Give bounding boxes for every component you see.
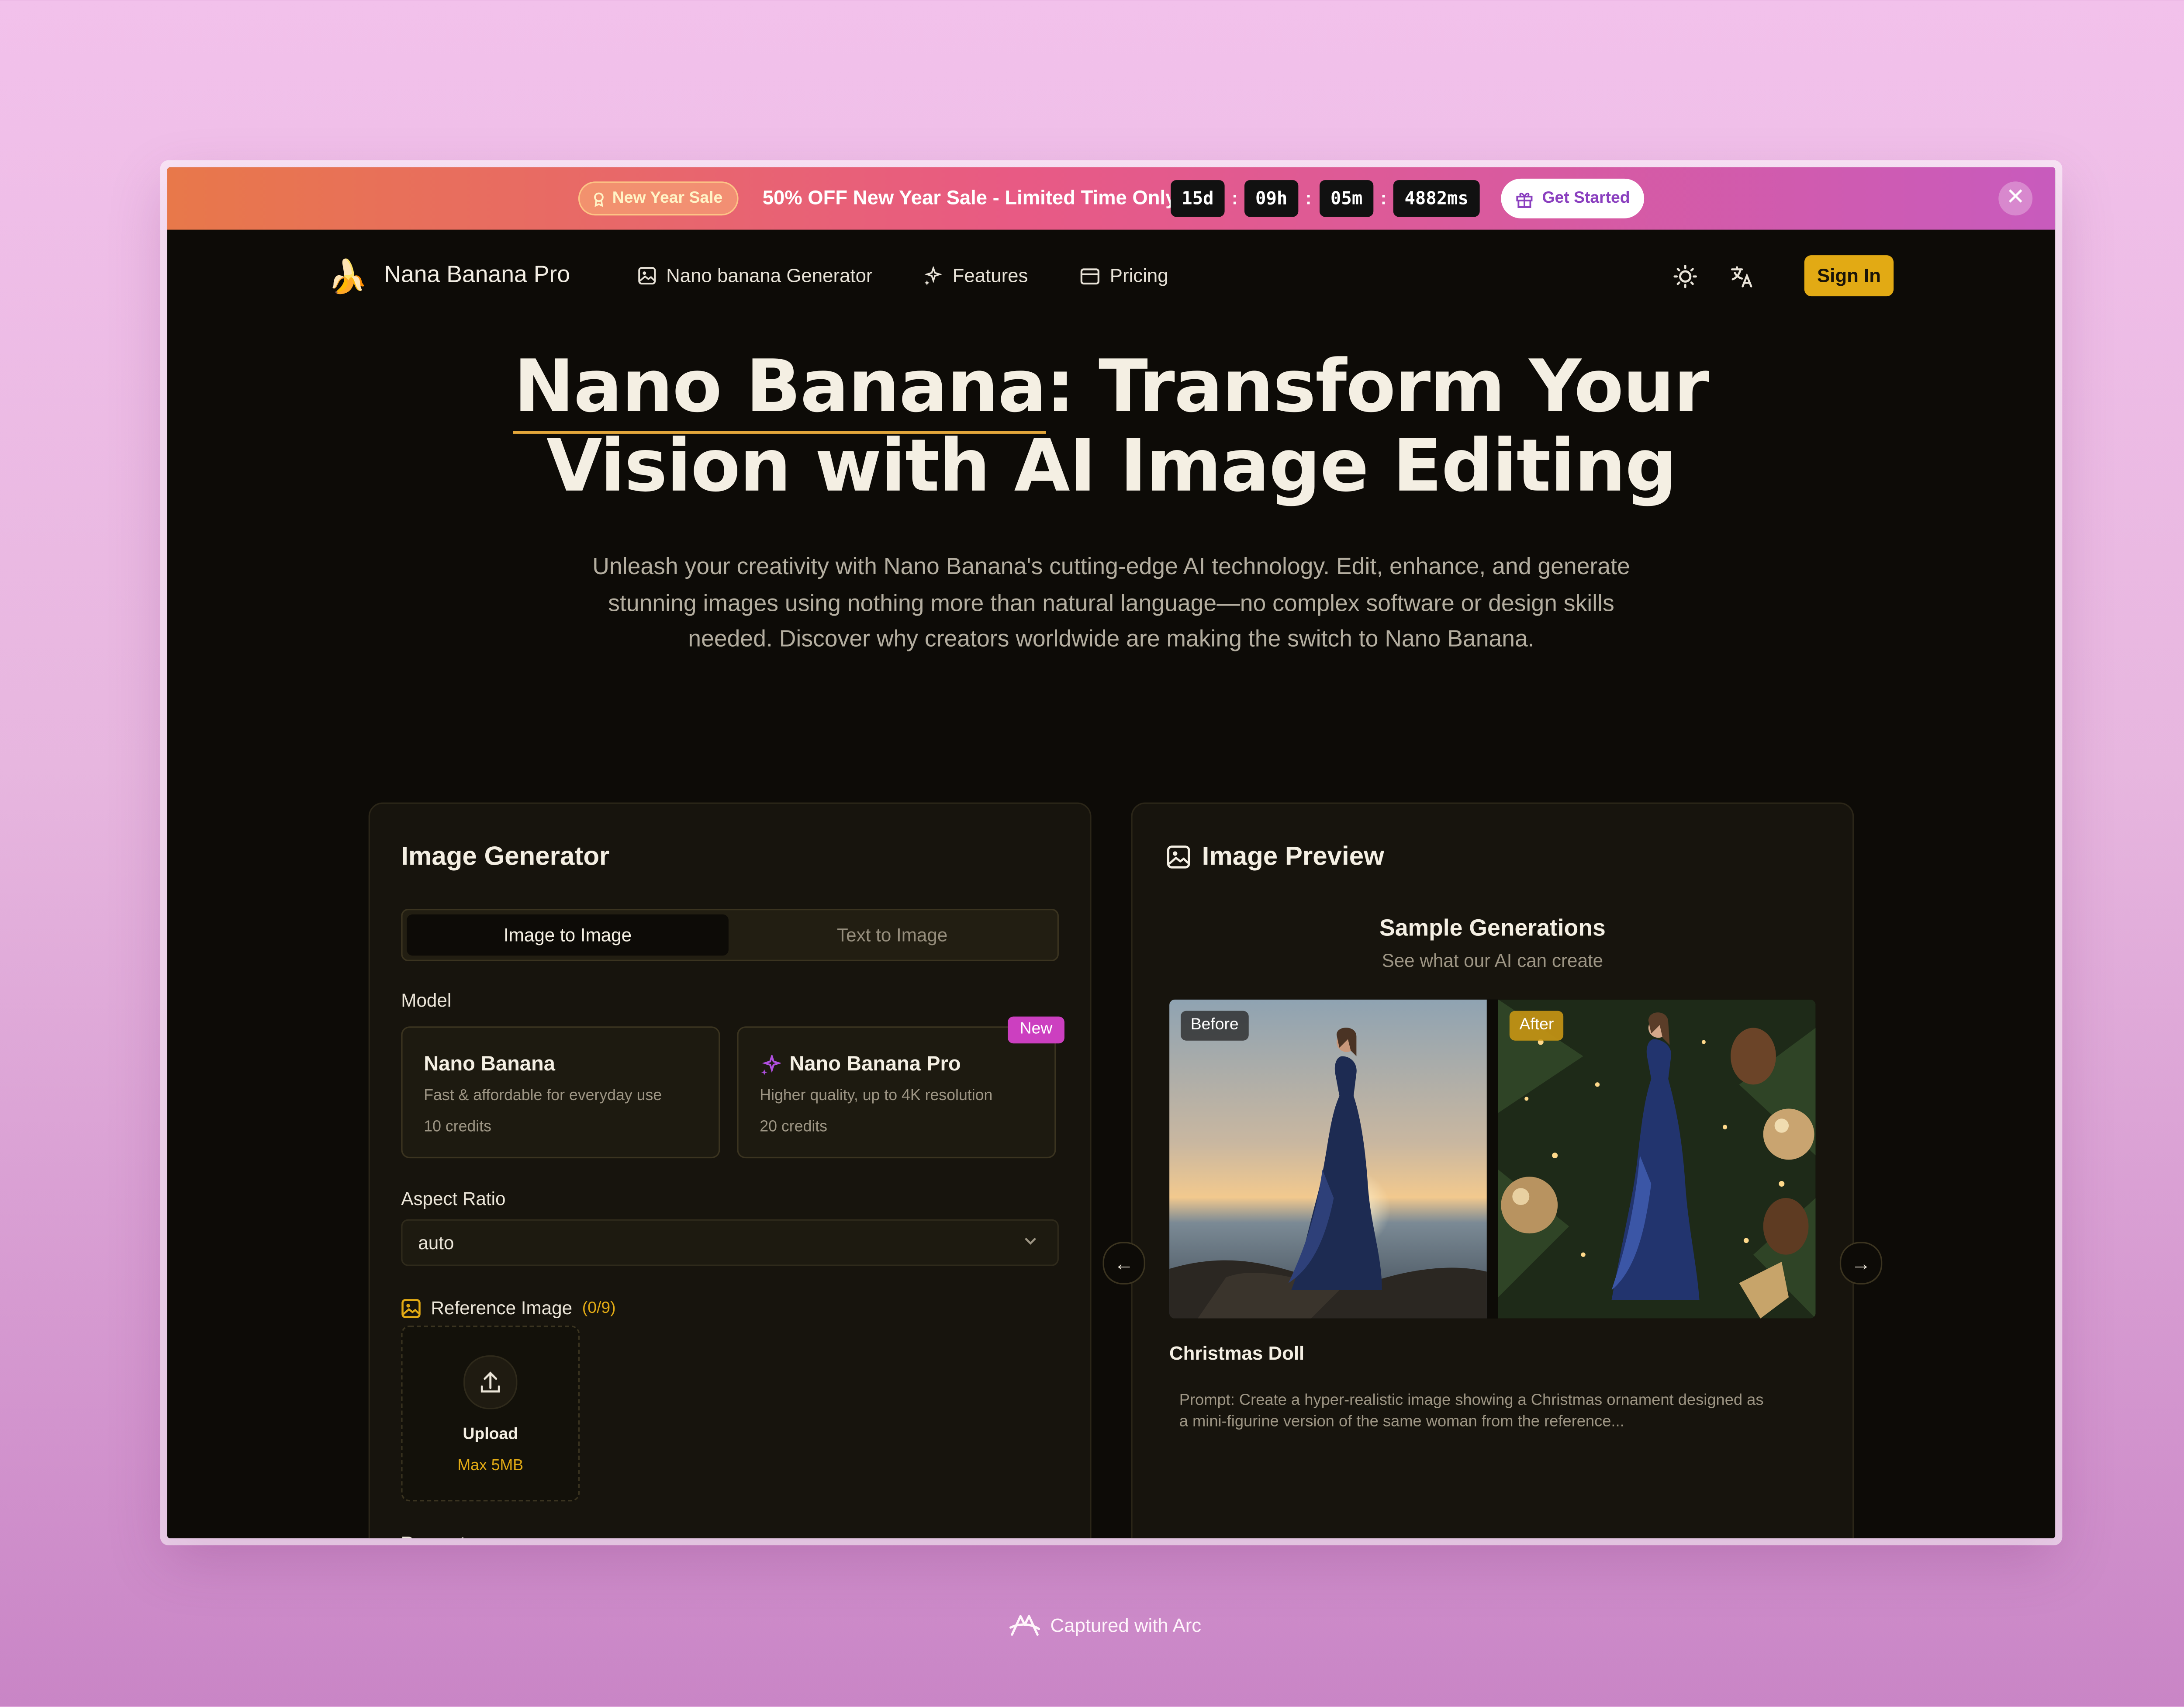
image-icon [638,267,656,285]
hero-title-highlight: Nano Banana [514,346,1047,434]
tab-image-to-image[interactable]: Image to Image [407,914,729,956]
browser-window: New Year Sale 50% OFF New Year Sale - Li… [167,167,2056,1538]
model-credits: 10 credits [424,1118,492,1136]
reference-image-row: Reference Image (0/9) [401,1297,616,1319]
close-icon: ✕ [2006,186,2025,210]
before-tag: Before [1181,1011,1249,1041]
nav-link-pricing[interactable]: Pricing [1080,265,1168,286]
sparkles-icon [924,266,943,285]
upload-label: Upload [463,1426,518,1444]
top-nav: 🍌 Nana Banana Pro Nano banana Generator … [167,230,2055,323]
tab-text-to-image[interactable]: Text to Image [731,914,1053,956]
model-name: Nano Banana Pro [760,1053,961,1076]
promo-banner: New Year Sale 50% OFF New Year Sale - Li… [167,167,2056,230]
sample-name: Christmas Doll [1169,1342,1305,1364]
sign-in-button[interactable]: Sign In [1804,255,1894,297]
countdown-ms: 4882ms [1393,180,1480,217]
sparkles-icon [761,1054,781,1075]
upload-max-size: Max 5MB [457,1457,524,1475]
reference-image-count: (0/9) [582,1299,616,1316]
aspect-ratio-label: Aspect Ratio [401,1188,506,1209]
sample-carousel: Before After [1169,999,1816,1319]
nav-link-generator[interactable]: Nano banana Generator [638,265,873,286]
capture-caption: Captured with Arc [1008,1610,1201,1639]
before-image: Before [1169,999,1487,1319]
reference-image-label: Reference Image [431,1297,573,1319]
hero-title-part: : Transform Your [1046,346,1709,430]
countdown-days: 15d [1171,180,1225,217]
model-name: Nano Banana [424,1053,555,1076]
hero-title-line2: Vision with AI Image Editing [546,425,1677,509]
countdown-minutes: 05m [1320,180,1374,217]
close-banner-button[interactable]: ✕ [1998,181,2033,216]
model-option-nano-banana[interactable]: Nano Banana Fast & affordable for everyd… [401,1026,720,1159]
sale-badge: New Year Sale [578,181,738,216]
arrow-left-icon: ← [1114,1252,1134,1275]
sample-generations-title: Sample Generations [1379,916,1606,942]
sale-text: 50% OFF New Year Sale - Limited Time Onl… [762,186,1183,209]
get-started-button[interactable]: Get Started [1501,178,1645,218]
countdown-separator: : [1380,187,1387,209]
sample-prompt: Prompt: Create a hyper-realistic image s… [1179,1392,1764,1431]
carousel-next-button[interactable]: → [1839,1242,1883,1285]
new-badge: New [1008,1016,1064,1044]
generator-title: Image Generator [401,841,610,871]
after-tag: After [1509,1011,1564,1041]
mode-tabs: Image to Image Text to Image [401,908,1059,962]
nav-link-features[interactable]: Features [923,265,1028,286]
model-desc: Higher quality, up to 4K resolution [760,1087,993,1105]
aspect-ratio-select[interactable]: auto [401,1219,1059,1266]
model-label: Model [401,989,452,1011]
image-icon [1167,845,1190,868]
image-generator-card: Image Generator Image to Image Text to I… [368,802,1092,1538]
countdown-separator: : [1305,187,1312,209]
preview-title: Image Preview [1167,841,1384,872]
carousel-prev-button[interactable]: ← [1102,1242,1145,1285]
aspect-ratio-value: auto [418,1232,454,1253]
arc-logo-icon [1009,1615,1040,1636]
hero-subtitle: Unleash your creativity with Nano Banana… [592,554,1630,652]
chevron-down-icon [1025,1237,1037,1245]
ribbon-icon [594,191,604,207]
image-icon [401,1298,421,1318]
image-preview-card: Image Preview Sample Generations See wha… [1131,802,1854,1538]
countdown-separator: : [1231,187,1238,209]
countdown-hours: 09h [1244,180,1299,217]
hero-title: Nano Banana: Transform Your Vision with … [167,346,2055,509]
sample-generations-subtitle: See what our AI can create [1382,950,1603,971]
translate-icon[interactable] [1726,261,1757,292]
model-option-nano-banana-pro[interactable]: Nano Banana Pro Higher quality, up to 4K… [737,1026,1056,1159]
upload-icon-wrap [463,1355,518,1409]
upload-dropzone[interactable]: Upload Max 5MB [401,1325,580,1502]
banana-logo-icon[interactable]: 🍌 [328,258,368,297]
sun-icon[interactable] [1669,261,1700,292]
upload-icon [480,1371,500,1393]
gift-icon [1516,192,1533,208]
arrow-right-icon: → [1851,1252,1871,1275]
credit-card-icon [1080,267,1099,284]
prompt-label: Prompt [401,1533,466,1538]
brand-name[interactable]: Nana Banana Pro [384,262,570,289]
model-credits: 20 credits [760,1118,828,1136]
after-image: After [1498,999,1816,1319]
model-desc: Fast & affordable for everyday use [424,1087,662,1105]
